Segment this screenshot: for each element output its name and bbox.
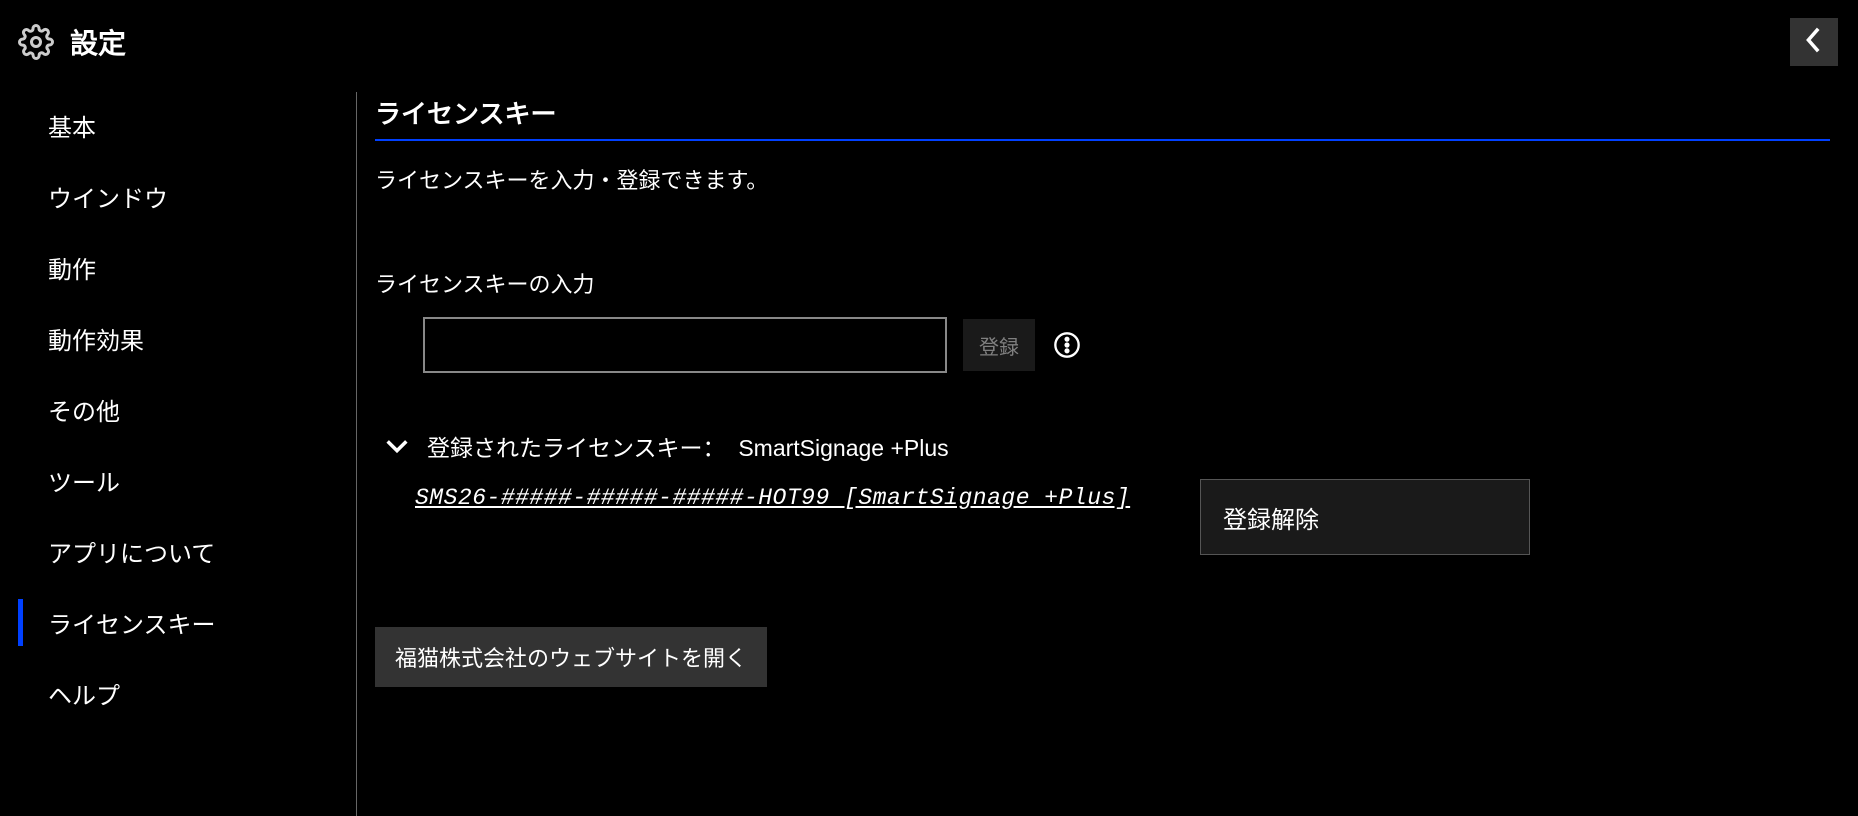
main-content: ライセンスキー ライセンスキーを入力・登録できます。 ライセンスキーの入力 登録 bbox=[357, 84, 1858, 816]
sidebar-item-label: その他 bbox=[48, 399, 120, 426]
sidebar-item-effects[interactable]: 動作効果 bbox=[0, 303, 356, 374]
gear-icon bbox=[18, 24, 54, 60]
register-button[interactable]: 登録 bbox=[963, 319, 1035, 371]
sidebar-item-label: ウインドウ bbox=[48, 186, 168, 213]
sidebar-item-license[interactable]: ライセンスキー bbox=[0, 587, 356, 658]
sidebar-item-behavior[interactable]: 動作 bbox=[0, 232, 356, 303]
chevron-down-icon bbox=[383, 432, 411, 460]
sidebar-item-label: ヘルプ bbox=[48, 683, 120, 710]
registered-key-header[interactable]: 登録されたライセンスキー： SmartSignage +Plus bbox=[383, 429, 1830, 463]
license-key-row: SMS26-#####-#####-#####-HOT99 [SmartSign… bbox=[375, 479, 1830, 555]
sidebar-item-about[interactable]: アプリについて bbox=[0, 516, 356, 587]
section-description: ライセンスキーを入力・登録できます。 bbox=[375, 163, 1830, 195]
sidebar: 基本 ウインドウ 動作 動作効果 その他 ツール アプリについて ライセンスキー… bbox=[0, 84, 356, 816]
sidebar-item-window[interactable]: ウインドウ bbox=[0, 161, 356, 232]
back-button[interactable] bbox=[1790, 18, 1838, 66]
sidebar-item-other[interactable]: その他 bbox=[0, 374, 356, 445]
header: 設定 bbox=[0, 0, 1858, 84]
sidebar-item-basic[interactable]: 基本 bbox=[0, 90, 356, 161]
sidebar-item-tools[interactable]: ツール bbox=[0, 445, 356, 516]
unregister-button[interactable]: 登録解除 bbox=[1200, 479, 1530, 555]
chevron-left-icon bbox=[1804, 26, 1824, 59]
info-icon[interactable] bbox=[1051, 329, 1083, 361]
sidebar-item-label: アプリについて bbox=[48, 541, 215, 568]
sidebar-item-help[interactable]: ヘルプ bbox=[0, 658, 356, 729]
open-website-button[interactable]: 福猫株式会社のウェブサイトを開く bbox=[375, 627, 767, 687]
sidebar-item-label: 基本 bbox=[48, 115, 96, 142]
sidebar-item-label: ツール bbox=[48, 470, 120, 497]
section-title: ライセンスキー bbox=[375, 94, 1830, 141]
page-title: 設定 bbox=[70, 22, 126, 62]
license-key-value: SMS26-#####-#####-#####-HOT99 [SmartSign… bbox=[415, 479, 1130, 511]
header-left: 設定 bbox=[18, 22, 126, 62]
registered-label: 登録されたライセンスキー： SmartSignage +Plus bbox=[427, 429, 949, 463]
layout: 基本 ウインドウ 動作 動作効果 その他 ツール アプリについて ライセンスキー… bbox=[0, 84, 1858, 816]
input-label: ライセンスキーの入力 bbox=[375, 267, 1830, 299]
sidebar-item-label: 動作効果 bbox=[48, 328, 144, 355]
license-key-input[interactable] bbox=[423, 317, 947, 373]
input-row: 登録 bbox=[423, 317, 1830, 373]
sidebar-item-label: ライセンスキー bbox=[48, 612, 216, 639]
sidebar-item-label: 動作 bbox=[48, 257, 96, 284]
